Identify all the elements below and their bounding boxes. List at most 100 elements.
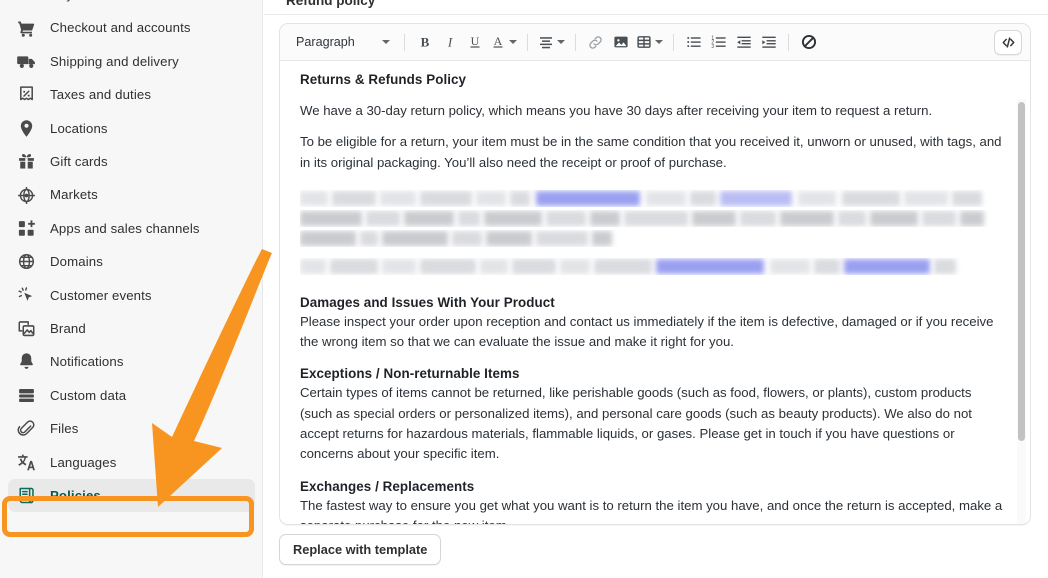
toolbar-divider <box>788 33 789 51</box>
redacted-paragraph-block <box>300 190 1007 275</box>
globe-target-icon <box>16 185 36 205</box>
bold-button[interactable]: B <box>412 30 437 55</box>
toolbar-divider <box>673 33 674 51</box>
doc-paragraph-5: The fastest way to ensure you get what y… <box>300 497 1003 524</box>
indent-button[interactable] <box>756 30 781 55</box>
underline-button[interactable]: U <box>462 30 487 55</box>
chevron-down-icon <box>382 40 390 44</box>
sidebar-item-checkout-and-accounts[interactable]: Checkout and accounts <box>8 11 255 44</box>
page-title: Refund policy <box>286 0 376 8</box>
code-view-button[interactable] <box>994 29 1022 55</box>
redacted-line <box>300 258 1007 275</box>
sidebar-item-label: Domains <box>50 254 103 270</box>
sidebar-item-gift-cards[interactable]: Gift cards <box>8 145 255 178</box>
table-button[interactable] <box>633 30 666 55</box>
chevron-down-icon <box>509 40 517 44</box>
replace-with-template-button[interactable]: Replace with template <box>279 534 442 565</box>
receipt-percent-icon <box>16 85 36 105</box>
database-icon <box>16 385 36 405</box>
italic-button[interactable]: I <box>437 30 462 55</box>
sidebar-item-label: Custom data <box>50 387 127 403</box>
toolbar-divider <box>575 33 576 51</box>
sidebar-item-label: Brand <box>50 321 86 336</box>
toolbar-divider <box>404 33 405 51</box>
translate-icon <box>16 452 36 472</box>
editor-scroll-region[interactable]: Returns & Refunds Policy We have a 30-da… <box>280 61 1030 524</box>
policy-document[interactable]: Returns & Refunds Policy We have a 30-da… <box>280 61 1030 524</box>
editor-scrollbar-thumb[interactable] <box>1018 102 1025 441</box>
clear-formatting-button[interactable] <box>796 30 821 55</box>
doc-heading-4: Exchanges / Replacements <box>300 478 475 494</box>
chevron-down-icon <box>557 40 565 44</box>
align-button[interactable] <box>535 30 568 55</box>
sidebar-item-files[interactable]: Files <box>8 412 255 445</box>
redacted-line <box>300 190 1007 207</box>
sidebar-nav-list: Payments Checkout and accounts Shipping an… <box>0 0 262 513</box>
app-root: Payments Checkout and accounts Shipping an… <box>0 0 1048 578</box>
sidebar-item-shipping-and-delivery[interactable]: Shipping and delivery <box>8 45 255 78</box>
sidebar-item-label: Files <box>50 421 79 437</box>
redacted-line <box>300 210 1007 227</box>
cart-icon <box>16 18 36 38</box>
chevron-down-icon <box>655 40 663 44</box>
sidebar-item-label: Locations <box>50 120 108 136</box>
doc-paragraph-1: We have a 30-day return policy, which me… <box>300 103 933 118</box>
doc-heading-1: Returns & Refunds Policy <box>300 72 467 87</box>
apps-plus-icon <box>16 218 36 238</box>
sidebar-item-customer-events[interactable]: Customer events <box>8 279 255 312</box>
svg-text:A: A <box>494 34 503 48</box>
bell-icon <box>16 352 36 372</box>
image-button[interactable] <box>608 30 633 55</box>
sidebar-item-markets[interactable]: Markets <box>8 178 255 211</box>
sidebar-item-payments[interactable]: Payments <box>8 0 255 11</box>
text-color-button[interactable]: A <box>487 30 520 55</box>
payments-icon <box>16 0 36 5</box>
redacted-line <box>300 230 1007 247</box>
sidebar-item-policies[interactable]: Policies <box>8 478 255 513</box>
svg-text:B: B <box>420 35 429 50</box>
sidebar-item-label: Policies <box>50 487 101 503</box>
scroll-document-icon <box>16 486 36 506</box>
policy-editor-card: Paragraph B I U A 1 2 3 Returns & Refund… <box>279 23 1031 525</box>
doc-heading-3: Exceptions / Non-returnable Items <box>300 366 520 382</box>
block-format-select[interactable]: Paragraph <box>288 30 397 55</box>
doc-paragraph-2: To be eligible for a return, your item m… <box>300 134 1002 170</box>
svg-text:3: 3 <box>711 44 714 50</box>
sidebar-item-locations[interactable]: Locations <box>8 112 255 145</box>
sidebar-item-label: Languages <box>50 454 117 470</box>
sidebar-item-domains[interactable]: Domains <box>8 245 255 278</box>
sidebar-item-taxes-and-duties[interactable]: Taxes and duties <box>8 78 255 111</box>
sidebar-item-notifications[interactable]: Notifications <box>8 345 255 378</box>
doc-heading-2: Damages and Issues With Your Product <box>300 294 555 310</box>
numbered-list-button[interactable]: 1 2 3 <box>706 30 731 55</box>
main-content: Refund policy Paragraph B I U A 1 2 3 Re… <box>264 0 1048 578</box>
link-button[interactable] <box>583 30 608 55</box>
toolbar-divider <box>527 33 528 51</box>
brand-image-icon <box>16 319 36 339</box>
sidebar-item-label: Shipping and delivery <box>50 53 179 69</box>
sidebar-item-label: Payments <box>50 0 110 1</box>
sidebar-item-label: Customer events <box>50 287 152 303</box>
sidebar-item-label: Apps and sales channels <box>50 220 200 236</box>
block-format-value: Paragraph <box>296 35 355 49</box>
outdent-button[interactable] <box>731 30 756 55</box>
sidebar-item-label: Markets <box>50 187 98 203</box>
globe-icon <box>16 252 36 272</box>
paperclip-icon <box>16 419 36 439</box>
sidebar-item-apps-and-sales-channels[interactable]: Apps and sales channels <box>8 212 255 245</box>
sidebar-item-languages[interactable]: Languages <box>8 445 255 478</box>
truck-icon <box>16 51 36 71</box>
sidebar-item-brand[interactable]: Brand <box>8 312 255 345</box>
bulleted-list-button[interactable] <box>681 30 706 55</box>
title-divider <box>264 14 1048 15</box>
doc-paragraph-4: Certain types of items cannot be returne… <box>300 385 972 462</box>
map-pin-icon <box>16 118 36 138</box>
sidebar-item-custom-data[interactable]: Custom data <box>8 379 255 412</box>
editor-toolbar: Paragraph B I U A 1 2 3 <box>280 24 1030 61</box>
svg-text:U: U <box>470 34 479 48</box>
